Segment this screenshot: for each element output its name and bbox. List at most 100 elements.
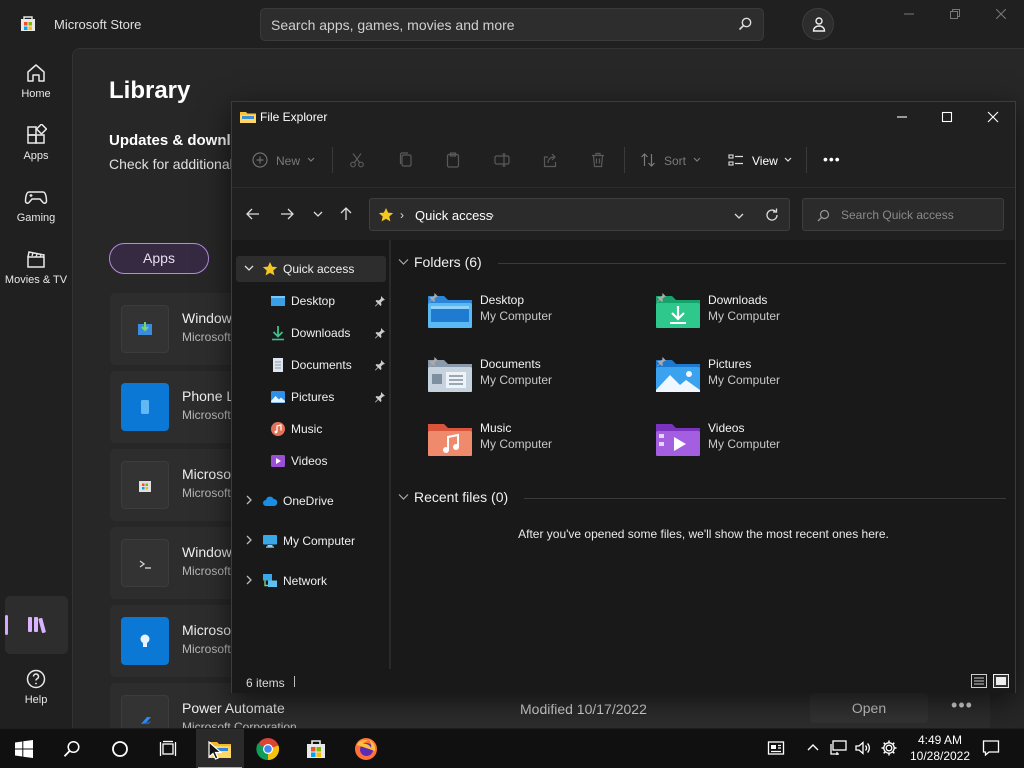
chevron-down-icon[interactable] [244,263,254,273]
explorer-titlebar[interactable]: File Explorer [232,102,1015,132]
cortana-ring-icon [112,741,128,757]
store-restore-button[interactable] [932,6,978,26]
notifications-button[interactable] [982,739,1002,759]
see-more-button[interactable]: ••• [822,146,846,174]
chevron-right-icon[interactable] [244,575,254,585]
explorer-address-bar: › Quick access › [232,188,1015,240]
address-box[interactable]: › Quick access › [369,198,790,231]
restore-icon [950,9,960,19]
sort-button[interactable]: Sort [640,146,704,174]
search-taskbar-button[interactable] [48,729,96,768]
cortana-button[interactable] [96,729,144,768]
share-button[interactable] [542,146,562,174]
explorer-search-box[interactable] [802,198,1004,231]
desktop-folder-icon [271,296,285,306]
tree-item-music[interactable]: Music [236,416,386,442]
taskbar-clock[interactable]: 4:49 AM 10/28/2022 [906,732,974,764]
nav-apps[interactable]: Apps [4,116,68,174]
nav-movies-tv-label: Movies & TV [4,274,68,286]
breadcrumb-chevron[interactable]: › [490,208,494,222]
tree-item-onedrive[interactable]: OneDrive [236,488,386,514]
store-close-button[interactable] [978,6,1024,26]
tree-item-quick-access[interactable]: Quick access [236,256,386,282]
chevron-down-icon [398,259,409,265]
settings-tray-button[interactable] [880,739,900,759]
cut-button[interactable] [349,146,369,174]
show-hidden-icons-button[interactable] [806,739,822,759]
folder-tile-downloads[interactable]: Downloads My Computer [656,290,866,348]
chevron-down-icon[interactable] [732,209,746,223]
tree-item-documents[interactable]: Documents [236,352,386,378]
details-view-icon[interactable] [971,674,987,688]
folder-tile-pictures[interactable]: Pictures My Computer [656,354,866,412]
store-minimize-button[interactable] [886,6,932,26]
copy-button[interactable] [398,146,418,174]
nav-movies-tv[interactable]: Movies & TV [4,240,68,298]
start-button[interactable] [0,729,48,768]
tree-item-videos[interactable]: Videos [236,448,386,474]
tree-item-network[interactable]: Network [236,568,386,594]
forward-button[interactable] [278,206,300,224]
tree-item-downloads[interactable]: Downloads [236,320,386,346]
speaker-icon [855,741,870,755]
music-folder-icon [428,424,472,456]
delete-button[interactable] [590,146,610,174]
plus-circle-icon [252,152,268,168]
folder-tile-documents[interactable]: Documents My Computer [428,354,638,412]
tray-news-button[interactable] [767,739,787,759]
tree-item-desktop[interactable]: Desktop [236,288,386,314]
task-view-icon [159,740,177,756]
up-button[interactable] [338,206,360,224]
taskbar-microsoft-store[interactable] [292,729,340,768]
app-name: Phone L [182,388,235,404]
nav-gaming[interactable]: Gaming [4,178,68,236]
folders-group-header[interactable]: Folders (6) [398,251,498,273]
nav-library[interactable] [5,596,68,654]
filter-apps-button[interactable]: Apps [109,243,209,274]
view-button[interactable]: View [728,146,794,174]
task-view-button[interactable] [144,729,192,768]
paste-button[interactable] [445,146,465,174]
back-button[interactable] [244,206,266,224]
app-icon [121,539,169,587]
open-app-button[interactable]: Open [810,693,928,723]
breadcrumb-quick-access[interactable]: Quick access [415,208,492,223]
star-icon [262,262,278,276]
recent-files-group-header[interactable]: Recent files (0) [398,486,528,508]
folder-tile-desktop[interactable]: Desktop My Computer [428,290,638,348]
recent-locations-button[interactable] [311,206,333,224]
refresh-icon[interactable] [764,207,780,223]
tiles-view-icon[interactable] [993,674,1009,688]
breadcrumb-chevron[interactable]: › [400,208,404,222]
taskbar-chrome[interactable] [244,729,292,768]
tree-label: Desktop [291,294,336,308]
store-search-input[interactable] [271,9,731,40]
network-tray-button[interactable] [830,739,850,759]
folder-tile-videos[interactable]: Videos My Computer [656,418,866,476]
search-icon[interactable] [737,16,753,32]
tree-item-my-computer[interactable]: My Computer [236,528,386,554]
account-button[interactable] [802,8,834,40]
explorer-close-button[interactable] [970,106,1016,128]
chevron-down-icon [307,157,315,162]
explorer-minimize-button[interactable] [879,106,925,128]
pane-splitter[interactable] [389,240,391,669]
tree-label: Pictures [291,390,335,404]
pin-icon [375,360,385,371]
taskbar-firefox[interactable] [342,729,390,768]
explorer-maximize-button[interactable] [924,106,970,128]
nav-help[interactable]: Help [4,660,68,718]
new-button[interactable]: New [252,146,322,174]
separator [624,147,625,173]
folder-tile-music[interactable]: Music My Computer [428,418,638,476]
rename-button[interactable] [494,146,514,174]
tree-item-pictures[interactable]: Pictures [236,384,386,410]
explorer-search-input[interactable] [841,199,997,230]
store-search-box[interactable] [260,8,764,41]
nav-home[interactable]: Home [4,54,68,112]
nav-help-label: Help [24,694,48,706]
volume-tray-button[interactable] [854,739,874,759]
chevron-right-icon[interactable] [244,535,254,545]
chevron-right-icon[interactable] [244,495,254,505]
app-more-button[interactable]: ••• [948,693,976,723]
